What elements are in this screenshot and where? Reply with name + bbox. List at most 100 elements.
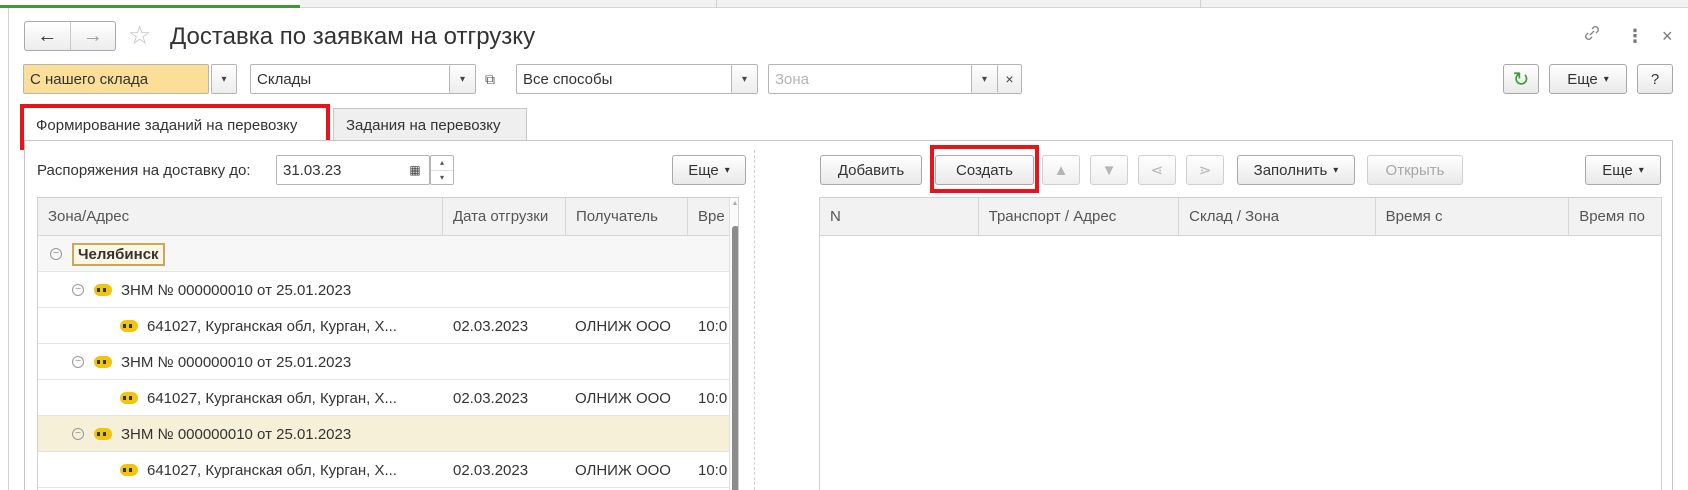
fill-button-label: Заполнить [1253,161,1328,179]
transport-table-header: N Транспорт / Адрес Склад / Зона Время с… [820,198,1661,236]
create-button[interactable]: Создать [935,155,1034,185]
warehouses-dropdown-icon[interactable]: ▾ [449,65,475,93]
shipment-date-cell: 02.03.2023 [453,461,529,479]
window-tab-active[interactable] [0,0,300,8]
group-name: Челябинск [72,242,165,266]
column-warehouse-zone[interactable]: Склад / Зона [1179,198,1376,235]
taxi-icon [94,356,112,368]
column-recipient[interactable]: Получатель [566,198,688,235]
add-button[interactable]: Добавить [820,155,922,185]
fill-button[interactable]: Заполнить ▾ [1237,155,1355,185]
open-button[interactable]: Открыть [1367,155,1463,185]
merge-button[interactable]: ⋖ [1138,155,1176,185]
tab-task-formation[interactable]: Формирование заданий на перевозку [24,108,326,142]
table-row[interactable]: − ЗНМ № 000000010 от 25.01.2023 [38,272,738,308]
chevron-down-icon: ▾ [1603,73,1609,85]
delivery-method-select[interactable]: Все способы ▾ [516,64,758,94]
collapse-icon[interactable]: − [72,284,84,296]
close-icon[interactable]: × [1662,22,1673,50]
scroll-up-icon[interactable]: ▲ [730,198,738,210]
zone-select[interactable]: Зона ▾ × [768,64,1022,94]
back-icon[interactable]: ← [25,22,70,50]
split-button[interactable]: ⋗ [1186,155,1224,185]
taxi-icon [120,464,138,476]
arrow-down-icon: ▼ [1101,161,1117,179]
taxi-icon [94,428,112,440]
shipment-date-cell: 02.03.2023 [453,389,529,407]
address-text: 641027, Курганская обл, Курган, Х... [147,389,397,407]
left-more-button[interactable]: Еще ▾ [672,155,746,185]
navigation-buttons: ← → [24,21,116,51]
column-time[interactable]: Вре [688,198,730,235]
date-stepper[interactable]: ▴ ▾ [430,155,454,185]
source-select[interactable]: С нашего склада [23,64,209,94]
menu-icon[interactable]: ⋮ [1626,22,1644,50]
warehouses-select[interactable]: Склады ▾ [250,64,476,94]
collapse-icon[interactable]: − [50,248,62,260]
refresh-button[interactable]: ↻ [1503,64,1539,94]
delivery-method-value: Все способы [523,70,613,88]
forward-icon[interactable]: → [69,22,116,50]
column-time-to[interactable]: Время по [1569,198,1661,235]
recipient-cell: ОЛНИЖ ООО [575,461,671,479]
source-dropdown-icon[interactable]: ▾ [211,64,237,94]
panel-splitter[interactable] [754,150,755,490]
right-more-button[interactable]: Еще ▾ [1585,155,1661,185]
time-cell: 10:0 [698,461,728,479]
vertical-scrollbar[interactable]: ▲ [729,198,738,490]
more-button-header-label: Еще [1567,70,1598,88]
time-cell: 10:0 [698,389,728,407]
column-shipment-date[interactable]: Дата отгрузки [443,198,566,235]
table-row[interactable]: 641027, Курганская обл, Курган, Х... 02.… [38,308,738,344]
delivery-method-dropdown-icon[interactable]: ▾ [731,65,757,93]
deadline-label: Распоряжения на доставку до: [37,161,251,179]
shipment-date-cell: 02.03.2023 [453,317,529,335]
transport-tasks-table: N Транспорт / Адрес Склад / Зона Время с… [819,197,1662,490]
deadline-date-value: 31.03.23 [283,161,342,179]
column-time-from[interactable]: Время с [1376,198,1570,235]
split-icon: ⋗ [1198,162,1212,179]
recipient-cell: ОЛНИЖ ООО [575,389,671,407]
favorite-star-icon[interactable]: ☆ [128,20,151,50]
order-text: ЗНМ № 000000010 от 25.01.2023 [121,353,352,371]
tree-group-row[interactable]: − Челябинск [38,236,738,272]
column-n[interactable]: N [820,198,979,235]
taxi-icon [120,320,138,332]
scrollbar-thumb[interactable] [732,226,738,490]
tab-transport-tasks-label: Задания на перевозку [346,117,501,134]
move-down-button[interactable]: ▼ [1090,155,1128,185]
column-transport-address[interactable]: Транспорт / Адрес [979,198,1180,235]
order-text: ЗНМ № 000000010 от 25.01.2023 [121,281,352,299]
open-warehouses-icon[interactable]: ⧉ [478,64,502,94]
chevron-down-icon: ▾ [724,164,730,176]
help-button[interactable]: ? [1637,64,1673,94]
table-row[interactable]: 641027, Курганская обл, Курган, Х... 02.… [38,452,738,488]
chevron-down-icon: ▾ [1638,164,1644,176]
orders-table-header: Зона/Адрес Дата отгрузки Получатель Вре [38,198,738,236]
tab-transport-tasks[interactable]: Задания на перевозку [333,108,527,142]
table-row[interactable]: − ЗНМ № 000000010 от 25.01.2023 [38,344,738,380]
zone-dropdown-icon[interactable]: ▾ [971,65,997,93]
refresh-icon: ↻ [1512,68,1530,91]
zone-clear-icon[interactable]: × [997,65,1021,93]
merge-icon: ⋖ [1150,162,1164,179]
address-text: 641027, Курганская обл, Курган, Х... [147,317,397,335]
stepper-up-icon[interactable]: ▴ [431,156,453,171]
more-button-header[interactable]: Еще ▾ [1549,64,1627,94]
recipient-cell: ОЛНИЖ ООО [575,317,671,335]
stepper-down-icon[interactable]: ▾ [431,171,453,185]
calendar-icon[interactable]: ▦ [402,156,428,184]
column-zone-address[interactable]: Зона/Адрес [38,198,443,235]
table-row[interactable]: 641027, Курганская обл, Курган, Х... 02.… [38,380,738,416]
time-cell: 10:0 [698,317,728,335]
collapse-icon[interactable]: − [72,356,84,368]
collapse-icon[interactable]: − [72,428,84,440]
link-icon[interactable] [1583,22,1601,50]
orders-tree-table: Зона/Адрес Дата отгрузки Получатель Вре … [37,197,739,490]
arrow-up-icon: ▲ [1053,161,1069,179]
address-text: 641027, Курганская обл, Курган, Х... [147,461,397,479]
table-row-selected[interactable]: − ЗНМ № 000000010 от 25.01.2023 [38,416,738,452]
warehouses-select-value: Склады [257,70,312,88]
move-up-button[interactable]: ▲ [1042,155,1080,185]
taxi-icon [94,284,112,296]
